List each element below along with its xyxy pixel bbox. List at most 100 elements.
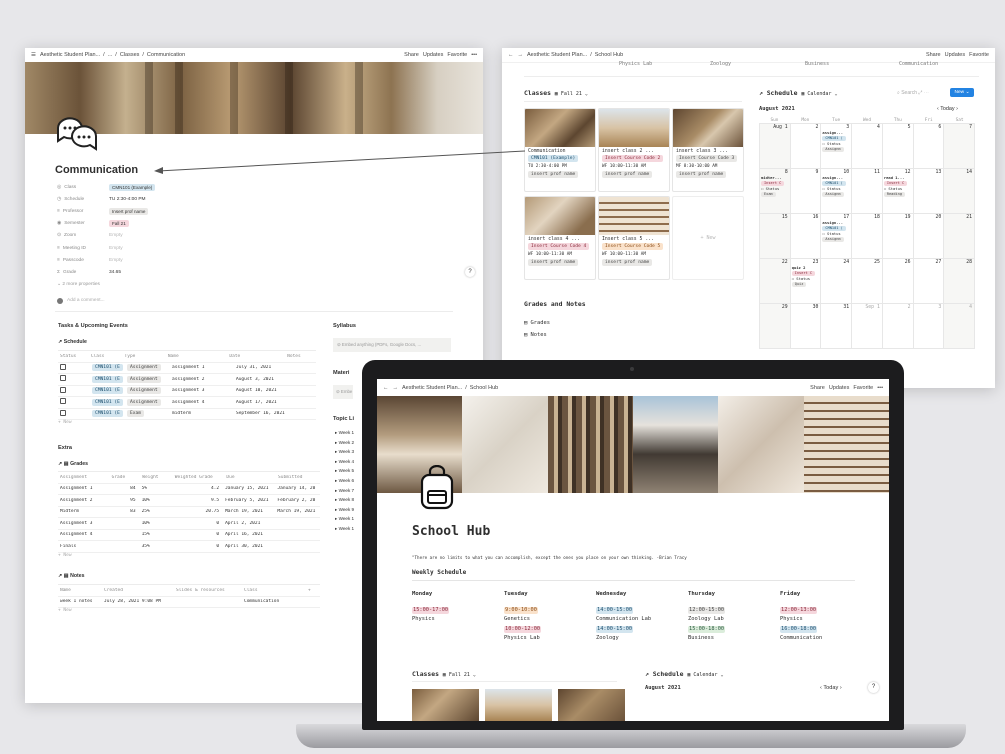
more-icon[interactable]: ••• <box>471 52 477 58</box>
menu-icon[interactable]: ☰ <box>31 52 36 58</box>
new-row-button[interactable]: + New <box>58 420 316 425</box>
calendar-day[interactable]: 7 <box>944 124 975 169</box>
favorite-button[interactable]: Favorite <box>969 52 989 58</box>
grades-link[interactable]: ↗ ▤ Grades <box>58 461 88 467</box>
class-name[interactable]: Physics <box>780 616 822 622</box>
updates-button[interactable]: Updates <box>423 52 444 58</box>
topic-toggle[interactable]: ▸ Week 1 <box>335 524 354 534</box>
breadcrumb-item[interactable]: ... <box>108 52 113 58</box>
breadcrumb-item[interactable]: Classes <box>120 52 140 58</box>
breadcrumb-item[interactable]: Aesthetic Student Plan... <box>402 385 462 391</box>
calendar-day[interactable]: 15 <box>760 214 791 259</box>
calendar-event[interactable]: quiz 2 Insert C ☐ Status Quiz <box>791 265 820 287</box>
topic-toggle[interactable]: ▸ Week 7 <box>335 486 354 496</box>
table-row[interactable]: Finals 35% 0 April 30, 2021 <box>58 541 320 553</box>
calendar-event[interactable]: midter... Insert C ☐ Status Exam <box>761 175 789 197</box>
calendar-day[interactable]: 31 <box>821 304 853 349</box>
comment-input[interactable]: Add a comment... <box>57 295 155 307</box>
class-card[interactable] <box>558 689 625 721</box>
prev-month-icon[interactable]: ‹ <box>937 106 939 112</box>
calendar-day[interactable]: 4 <box>852 124 883 169</box>
table-row[interactable]: CMN101 (E Assignment assignment 2 August 3,… <box>58 374 316 386</box>
class-name[interactable]: Zoology Lab <box>688 616 725 622</box>
topic-toggle[interactable]: ▸ Week 6 <box>335 476 354 486</box>
calendar-day[interactable]: 19 <box>882 214 914 259</box>
breadcrumb-item[interactable]: Aesthetic Student Plan... <box>527 52 587 58</box>
today-button[interactable]: Today <box>940 106 954 112</box>
topic-toggle[interactable]: ▸ Week 1 <box>335 514 354 524</box>
calendar-day[interactable]: 29 <box>760 304 791 349</box>
status-checkbox[interactable] <box>60 375 66 382</box>
status-checkbox[interactable] <box>60 398 66 405</box>
calendar-day[interactable]: 25 <box>852 259 883 304</box>
class-card[interactable] <box>412 689 479 721</box>
calendar-day[interactable]: 18 <box>852 214 883 259</box>
today-button[interactable]: Today <box>823 685 838 691</box>
topic-toggle[interactable]: ▸ Week 9 <box>335 505 354 515</box>
topic-toggle[interactable]: ▸ Week 4 <box>335 457 354 467</box>
table-row[interactable]: Assignment 1 84 5% 4.2 January 15, 2021 Janua… <box>58 484 320 495</box>
class-name[interactable]: Physics <box>412 616 449 622</box>
class-name[interactable]: Zoology <box>596 635 651 641</box>
class-card[interactable]: insert class 4 ... Insert Course Code 4 … <box>524 196 596 280</box>
calendar-day[interactable]: 2 <box>790 124 822 169</box>
calendar-event[interactable]: assign... CMN101 (☐ Status Assignm <box>822 175 850 197</box>
breadcrumb-item[interactable]: Communication <box>147 52 185 58</box>
share-button[interactable]: Share <box>926 52 941 58</box>
notes-link[interactable]: ↗ ▤ Notes <box>58 573 85 579</box>
time-slot[interactable]: 15:00-17:00 <box>412 607 450 614</box>
property-grade[interactable]: Σ Grade 34.65 <box>57 266 155 278</box>
back-icon[interactable]: ← <box>508 52 514 58</box>
calendar-event[interactable]: assign... CMN101 (☐ Status Assignm <box>822 220 850 242</box>
calendar-day[interactable]: 24 <box>821 259 853 304</box>
calendar-day[interactable]: 14 <box>944 169 975 214</box>
calendar-day[interactable]: 28 <box>944 259 975 304</box>
table-row[interactable]: week 1 notes July 28, 2021 9:08 PM Communi… <box>58 597 320 608</box>
class-card[interactable]: insert class 3 ... Insert Course Code 3 … <box>672 108 744 192</box>
new-card-button[interactable]: + New <box>672 196 744 280</box>
help-button[interactable]: ? <box>465 267 475 277</box>
class-card[interactable]: Communication CMN101 (Example) TU 2:30-4… <box>524 108 596 192</box>
more-properties-toggle[interactable]: ⌄ 2 more properties <box>57 279 155 291</box>
search-button[interactable]: ⌕ Search ⤢ ⋯ <box>897 90 929 96</box>
property-zoom[interactable]: ⊙ Zoom Empty <box>57 230 155 242</box>
calendar-day[interactable]: 3 <box>913 304 945 349</box>
calendar-day[interactable]: 8 midter... Insert C ☐ Status Exam <box>760 169 791 214</box>
topic-toggle[interactable]: ▸ Week 2 <box>335 438 354 448</box>
class-name[interactable]: Communication <box>780 635 822 641</box>
classes-view-selector[interactable]: ▦ Fall 21 ⌄ <box>555 91 588 97</box>
property-passcode[interactable]: ≡ Passcode Empty <box>57 254 155 266</box>
page-title[interactable]: School Hub <box>412 524 490 539</box>
notes-link[interactable]: ▤ Notes <box>524 329 550 341</box>
calendar-day[interactable]: Aug 1 <box>760 124 791 169</box>
classes-view-selector[interactable]: ▦ Fall 21 ⌄ <box>443 672 476 678</box>
calendar-day[interactable]: 10 assign... CMN101 (☐ Status Assignm <box>821 169 853 214</box>
class-card[interactable]: Insert class 5 ... Insert Course Code 5 … <box>598 196 670 280</box>
calendar-day[interactable]: 22 <box>760 259 791 304</box>
calendar-day[interactable]: Sep 1 <box>852 304 883 349</box>
time-slot[interactable]: 12:00-13:00 <box>780 607 818 614</box>
class-name[interactable]: Genetics <box>504 616 541 622</box>
table-row[interactable]: CMN101 (E Assignment assignment 3 August 10… <box>58 386 316 397</box>
share-button[interactable]: Share <box>810 385 825 391</box>
time-slot[interactable]: 16:00-18:00 <box>780 626 818 633</box>
topic-toggle[interactable]: ▸ Week 5 <box>335 466 354 476</box>
table-row[interactable]: CMN101 (E Assignment assignment 1 July 31, … <box>58 363 316 374</box>
calendar-day[interactable]: 12 read 1... Insert C ☐ Status Reading <box>882 169 914 214</box>
time-slot[interactable]: 12:00-15:00 <box>688 607 726 614</box>
new-row-button[interactable]: + New <box>58 553 320 558</box>
class-card[interactable]: insert class 2 ... Insert Course Code 2 … <box>598 108 670 192</box>
materials-embed[interactable]: ⊘ Embe <box>333 385 353 399</box>
share-button[interactable]: Share <box>404 52 419 58</box>
calendar-day[interactable]: 20 <box>913 214 945 259</box>
help-button[interactable]: ? <box>868 682 879 693</box>
class-name[interactable]: Communication Lab <box>596 616 651 622</box>
updates-button[interactable]: Updates <box>829 385 850 391</box>
favorite-button[interactable]: Favorite <box>853 385 873 391</box>
grades-link[interactable]: ▤ Grades <box>524 317 550 329</box>
class-card[interactable] <box>485 689 552 721</box>
calendar-day[interactable]: 9 <box>790 169 822 214</box>
prev-month-icon[interactable]: ‹ <box>820 685 822 691</box>
forward-icon[interactable]: → <box>518 52 524 58</box>
calendar-event[interactable]: assign... CMN101 (☐ Status Assignm <box>822 130 850 152</box>
